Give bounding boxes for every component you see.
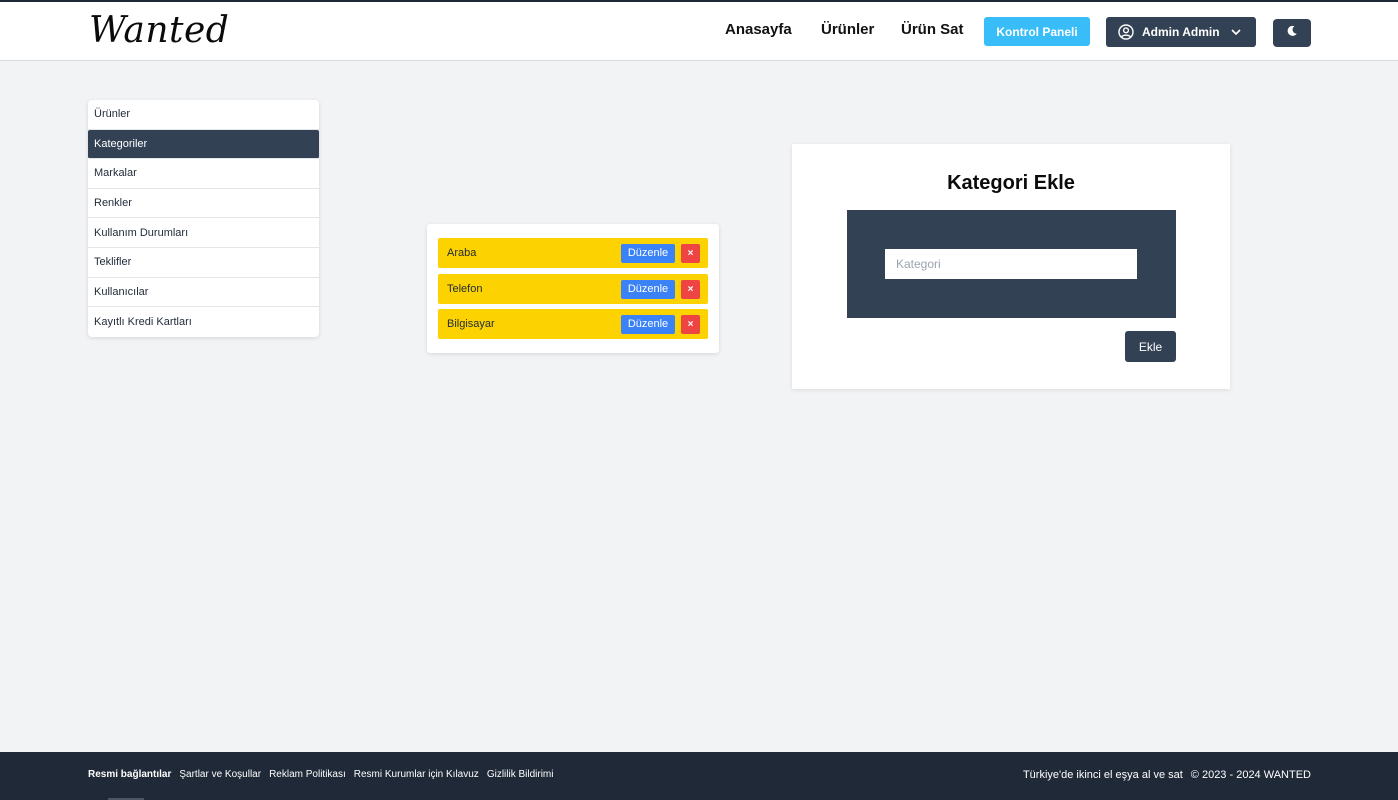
footer-heading: Resmi bağlantılar	[88, 769, 172, 780]
delete-button[interactable]: ×	[681, 279, 700, 299]
user-menu-label: Admin Admin	[1142, 25, 1220, 39]
footer: Resmi bağlantılar Şartlar ve Koşullar Re…	[0, 752, 1398, 800]
category-list: Araba Düzenle × Telefon Düzenle × Bilgis…	[427, 224, 719, 353]
sidebar-item-offers[interactable]: Teklifler	[88, 248, 319, 278]
nav-sell-link[interactable]: Ürün Sat	[901, 21, 964, 38]
nav-products-link[interactable]: Ürünler	[821, 21, 874, 38]
category-name: Araba	[447, 247, 477, 259]
sidebar-item-saved-cards[interactable]: Kayıtlı Kredi Kartları	[88, 307, 319, 337]
footer-links: Resmi bağlantılar Şartlar ve Koşullar Re…	[88, 769, 553, 780]
add-button[interactable]: Ekle	[1125, 331, 1176, 362]
form-title: Kategori Ekle	[947, 172, 1075, 194]
category-name: Bilgisayar	[447, 318, 495, 330]
delete-button[interactable]: ×	[681, 314, 700, 334]
footer-link-ads-policy[interactable]: Reklam Politikası	[269, 769, 346, 780]
top-navbar: Wanted Anasayfa Ürünler Ürün Sat Kontrol…	[0, 0, 1398, 61]
sidebar-item-conditions[interactable]: Kullanım Durumları	[88, 218, 319, 248]
sidebar-item-categories[interactable]: Kategoriler	[88, 129, 319, 160]
list-item: Bilgisayar Düzenle ×	[438, 309, 708, 339]
footer-info: Türkiye'de ikinci el eşya al ve sat © 20…	[1023, 769, 1311, 781]
footer-link-guide[interactable]: Resmi Kurumlar için Kılavuz	[354, 769, 479, 780]
form-input-panel	[847, 210, 1176, 318]
site-logo[interactable]: Wanted	[89, 10, 229, 51]
footer-tagline: Türkiye'de ikinci el eşya al ve sat	[1022, 769, 1183, 781]
sidebar-item-brands[interactable]: Markalar	[88, 159, 319, 189]
edit-button[interactable]: Düzenle	[621, 279, 675, 299]
moon-icon	[1286, 24, 1298, 42]
control-panel-button[interactable]: Kontrol Paneli	[984, 17, 1090, 46]
user-menu-button[interactable]: Admin Admin	[1106, 17, 1256, 47]
edit-button[interactable]: Düzenle	[621, 314, 675, 334]
list-item: Araba Düzenle ×	[438, 238, 708, 268]
footer-link-terms[interactable]: Şartlar ve Koşullar	[179, 769, 261, 780]
nav-home-link[interactable]: Anasayfa	[725, 21, 792, 38]
delete-button[interactable]: ×	[681, 243, 700, 263]
user-circle-icon	[1118, 24, 1134, 40]
chevron-down-icon	[1230, 26, 1242, 38]
list-item: Telefon Düzenle ×	[438, 274, 708, 304]
theme-toggle-button[interactable]	[1273, 19, 1311, 47]
add-category-form: Kategori Ekle Ekle	[792, 144, 1230, 389]
edit-button[interactable]: Düzenle	[621, 243, 675, 263]
footer-copyright: © 2023 - 2024 WANTED	[1190, 769, 1311, 781]
footer-link-privacy[interactable]: Gizlilik Bildirimi	[487, 769, 554, 780]
category-name: Telefon	[447, 283, 483, 295]
sidebar-item-users[interactable]: Kullanıcılar	[88, 278, 319, 308]
sidebar-item-products[interactable]: Ürünler	[88, 100, 319, 130]
category-input[interactable]	[885, 249, 1137, 279]
admin-sidebar: Ürünler Kategoriler Markalar Renkler Kul…	[88, 100, 319, 337]
sidebar-item-colors[interactable]: Renkler	[88, 189, 319, 219]
